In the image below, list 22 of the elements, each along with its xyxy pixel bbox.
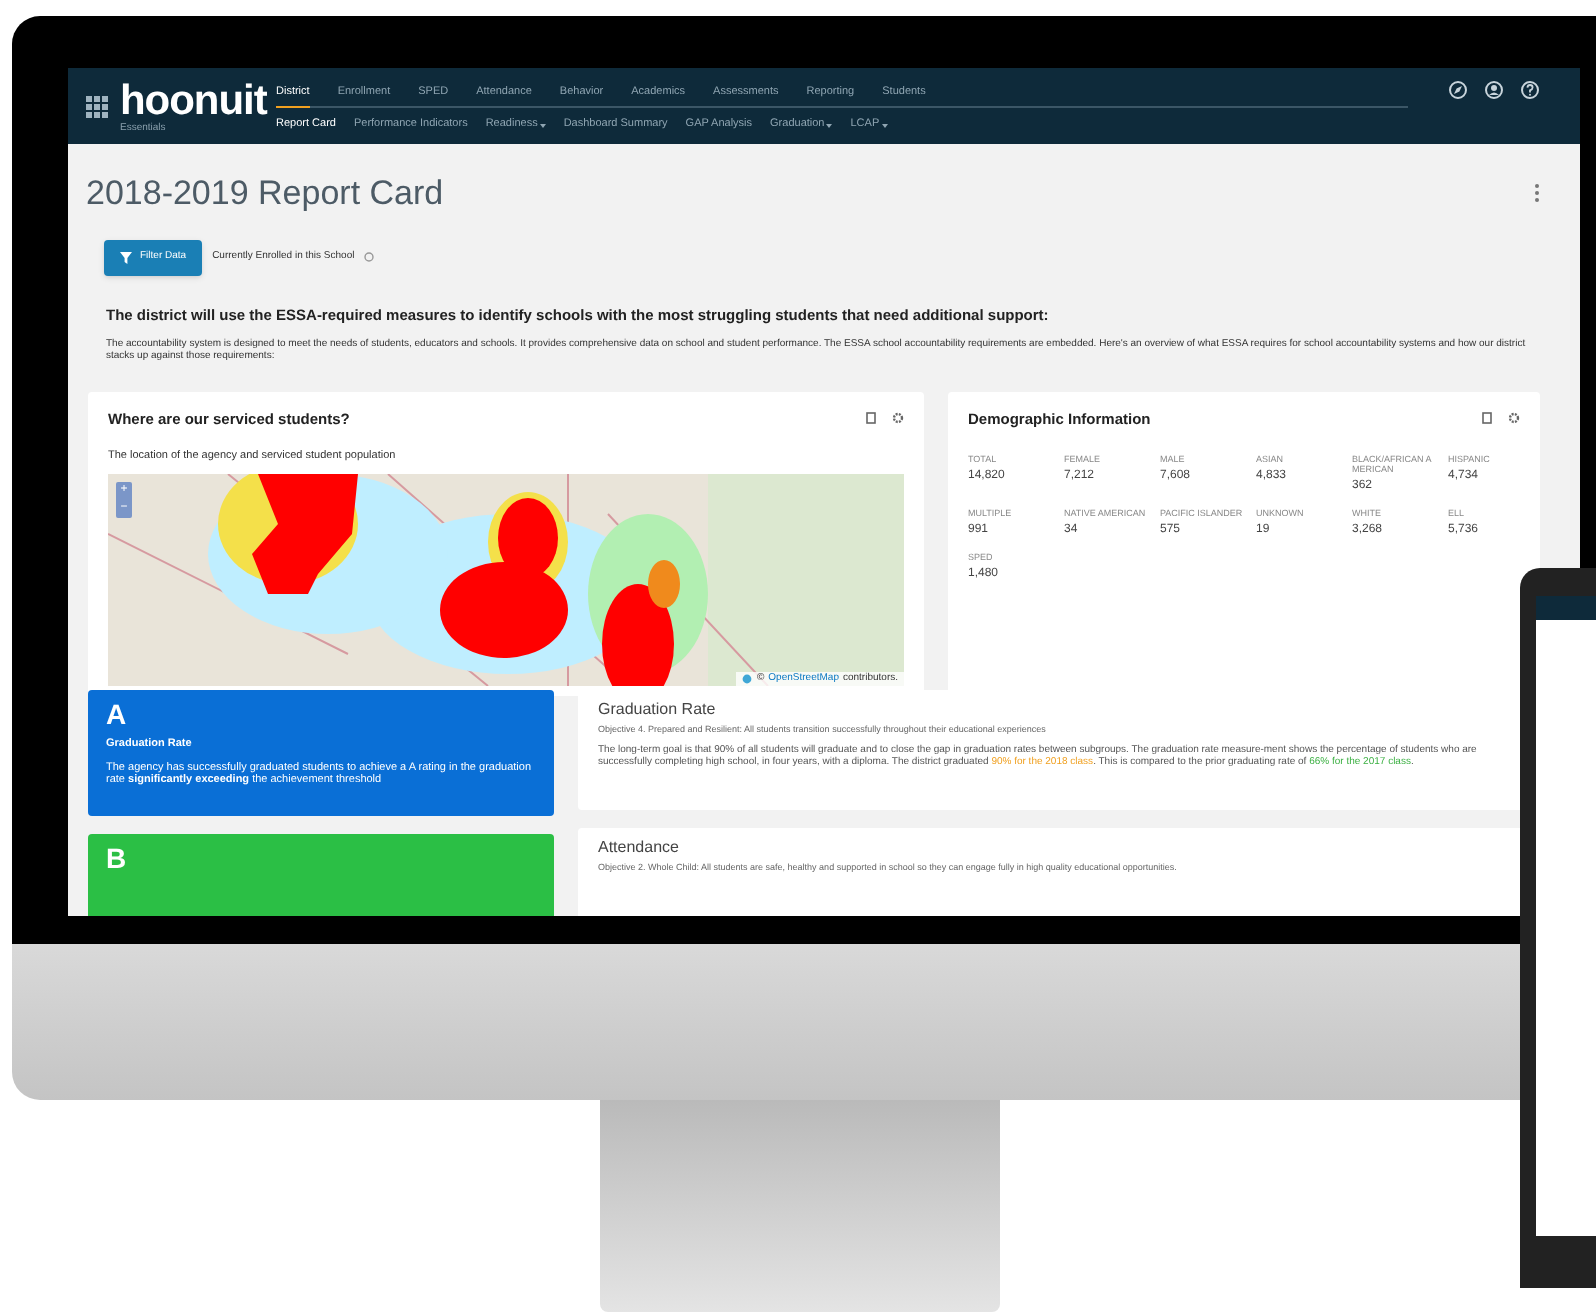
funnel-icon [120, 251, 132, 263]
caret-icon [881, 123, 888, 127]
caret-icon [826, 123, 833, 127]
grade-letter: A [106, 697, 129, 730]
settings-icon[interactable] [892, 412, 904, 425]
more-options-icon[interactable] [1534, 184, 1540, 203]
grade-letter: B [106, 841, 129, 874]
indicator-title: Graduation Rate [598, 697, 718, 722]
logo: hoonuit [120, 79, 267, 121]
page-title: 2018-2019 Report Card [86, 172, 444, 216]
info-icon[interactable] [364, 252, 375, 262]
settings-icon[interactable] [1508, 412, 1520, 425]
leaflet-icon [742, 674, 753, 684]
compass-icon[interactable] [1448, 80, 1468, 100]
app-grid-icon[interactable] [86, 95, 108, 117]
copy-icon[interactable] [866, 412, 878, 425]
copy-icon[interactable] [1482, 412, 1494, 425]
heat-spot [218, 474, 358, 595]
user-icon[interactable] [1484, 80, 1504, 100]
indicator-title: Attendance [598, 835, 681, 860]
caret-icon [539, 123, 546, 127]
help-icon[interactable] [1520, 80, 1540, 100]
